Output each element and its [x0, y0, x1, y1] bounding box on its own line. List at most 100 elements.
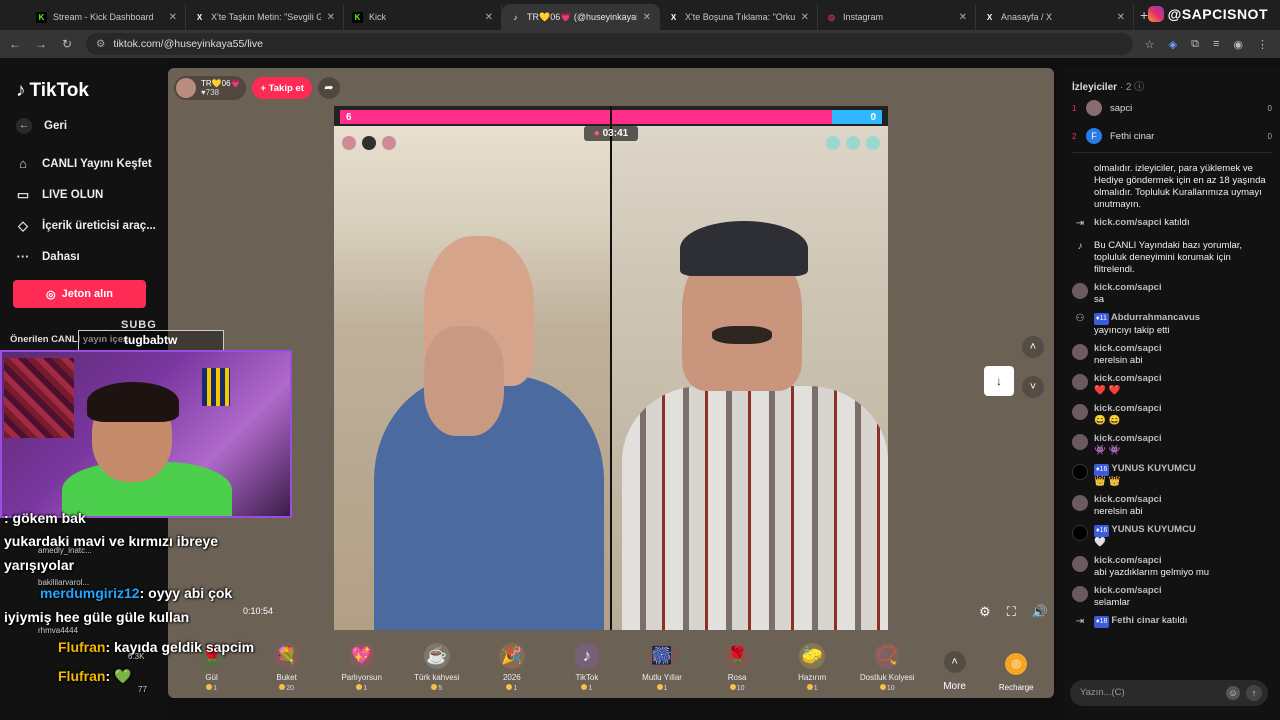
browser-tab[interactable]: K Stream - Kick Dashboard ✕ [28, 4, 186, 30]
follow-button[interactable]: + Takip et [252, 77, 312, 99]
tiktok-logo[interactable]: ♪ TikTok [16, 80, 89, 102]
gift-item[interactable]: 📿 Dostluk Kolyesi 10 [850, 643, 925, 692]
url-field[interactable]: ⚙ tiktok.com/@huseyinkaya55/live [86, 33, 1133, 55]
chat-username[interactable]: kick.com/sapci [1094, 217, 1162, 228]
chat-avatar[interactable] [1072, 495, 1088, 511]
supporter-avatar[interactable] [362, 136, 376, 150]
sidebar-item-go-live[interactable]: ▭ LIVE OLUN [16, 187, 104, 203]
gift-price: 5 [399, 684, 474, 692]
volume-icon[interactable]: 🔊 [1032, 604, 1048, 620]
download-icon[interactable]: ↓ [984, 366, 1014, 396]
browser-tab[interactable]: K Kick ✕ [344, 4, 502, 30]
chat-avatar[interactable] [1072, 283, 1088, 299]
gift-price: 1 [474, 684, 549, 692]
chat-username[interactable]: YUNUS KUYUMCU [1111, 524, 1195, 535]
chat-username[interactable]: kick.com/sapci [1094, 494, 1162, 505]
gift-price: 10 [700, 684, 775, 692]
chat-username[interactable]: kick.com/sapci [1094, 373, 1162, 384]
menu-kebab-icon[interactable]: ⋮ [1257, 38, 1268, 51]
gift-item[interactable]: 💖 Parlıyorsun 1 [324, 643, 399, 692]
chat-avatar[interactable] [1072, 525, 1088, 541]
extensions-puzzle-icon[interactable]: ⧉ [1191, 38, 1199, 51]
back-icon[interactable]: ← [4, 37, 26, 51]
supporter-avatar[interactable] [846, 136, 860, 150]
viewer-row[interactable]: 2 F Fethi cinar 0 [1072, 128, 1272, 144]
send-icon[interactable]: ↑ [1246, 685, 1262, 701]
chat-username[interactable]: kick.com/sapci [1094, 585, 1162, 596]
close-tab-icon[interactable]: ✕ [643, 12, 651, 23]
profile-icon[interactable]: ◉ [1233, 38, 1243, 51]
close-tab-icon[interactable]: ✕ [959, 12, 967, 23]
browser-tab[interactable]: X Anasayfa / X ✕ [976, 4, 1134, 30]
fullscreen-icon[interactable]: ⛶ [1007, 604, 1016, 620]
chat-avatar[interactable] [1072, 344, 1088, 360]
viewers-heading: İzleyiciler · 2 ⓘ [1072, 82, 1145, 93]
chat-avatar[interactable] [1072, 434, 1088, 450]
recharge-button[interactable]: ◎ Recharge [984, 653, 1048, 692]
gift-item[interactable]: 💐 Buket 20 [249, 643, 324, 692]
gift-item[interactable]: ☕ Türk kahvesi 5 [399, 643, 474, 692]
forward-icon[interactable]: → [30, 37, 52, 51]
chevron-down-icon[interactable]: ˅ [1022, 376, 1044, 398]
host-avatar[interactable] [176, 78, 196, 98]
chat-username[interactable]: Abdurrahmancavus [1111, 312, 1200, 323]
close-tab-icon[interactable]: ✕ [801, 12, 809, 23]
pk-battle-video[interactable]: 6 0 ● 03:41 [334, 106, 888, 630]
chat-username[interactable]: YUNUS KUYUMCU [1111, 463, 1195, 474]
close-tab-icon[interactable]: ✕ [1117, 12, 1125, 23]
chat-message: kick.com/sapci abi yazdıklarım gelmiyo mu [1064, 552, 1280, 582]
browser-tab[interactable]: X X'te Boşuna Tıklama: "Orkun Iş ✕ [660, 4, 818, 30]
reload-icon[interactable]: ↻ [56, 37, 78, 51]
info-icon[interactable]: ⓘ [1134, 82, 1144, 93]
supporter-avatar[interactable] [826, 136, 840, 150]
supporter-avatar[interactable] [382, 136, 396, 150]
share-icon[interactable]: ➦ [317, 77, 340, 99]
chat-username[interactable]: kick.com/sapci [1094, 282, 1162, 293]
chat-avatar[interactable] [1072, 404, 1088, 420]
host-info[interactable]: TR💛06💗 ♥738 [174, 76, 247, 100]
close-tab-icon[interactable]: ✕ [327, 12, 335, 23]
viewer-avatar[interactable] [1086, 100, 1102, 116]
coin-icon [581, 684, 588, 690]
chat-avatar[interactable] [1072, 556, 1088, 572]
chat-username[interactable]: kick.com/sapci [1094, 433, 1162, 444]
chat-input[interactable]: Yazın...(C) ☺ ↑ [1070, 680, 1268, 706]
viewer-row[interactable]: 1 sapci 0 [1072, 100, 1272, 116]
browser-tab[interactable]: ◎ Instagram ✕ [818, 4, 976, 30]
chat-username[interactable]: kick.com/sapci [1094, 403, 1162, 414]
chat-username[interactable]: kick.com/sapci [1094, 555, 1162, 566]
browser-tab[interactable]: ♪ TR💛06💗 (@huseyinkaya5 ✕ [502, 4, 660, 30]
gift-item[interactable]: 🌹 Rosa 10 [700, 643, 775, 692]
gift-item[interactable]: ♪ TikTok 1 [549, 643, 624, 692]
chat-avatar[interactable] [1072, 374, 1088, 390]
close-tab-icon[interactable]: ✕ [485, 12, 493, 23]
close-tab-icon[interactable]: ✕ [169, 12, 177, 23]
extension-icon[interactable]: ◈ [1169, 38, 1177, 51]
get-coins-button[interactable]: ◎ Jeton alın [13, 280, 146, 308]
supporter-avatar[interactable] [342, 136, 356, 150]
chevron-up-icon[interactable]: ˄ [1022, 336, 1044, 358]
gift-item[interactable]: 🎉 2026 1 [474, 643, 549, 692]
settings-icon[interactable]: ⚙ [979, 604, 991, 620]
gift-item[interactable]: 🎆 Mutlu Yıllar 1 [624, 643, 699, 692]
bookmark-star-icon[interactable]: ☆ [1145, 38, 1155, 51]
site-info-icon[interactable]: ⚙ [96, 38, 105, 50]
back-nav[interactable]: ← Geri [16, 118, 67, 134]
viewer-avatar[interactable]: F [1086, 128, 1102, 144]
chat-avatar[interactable] [1072, 464, 1088, 480]
gift-item[interactable]: 🧽 Hazırım 1 [775, 643, 850, 692]
supporter-avatar[interactable] [866, 136, 880, 150]
browser-tab[interactable]: X X'te Taşkın Metin: "Sevgili Galat ✕ [186, 4, 344, 30]
more-gifts-button[interactable]: ˄ More [925, 651, 985, 692]
media-control-icon[interactable]: ≡ [1213, 38, 1219, 51]
chat-username[interactable]: Fethi cinar [1111, 615, 1159, 626]
sidebar-item-creator-tools[interactable]: ◇ İçerik üreticisi araç... [16, 218, 156, 234]
sidebar-item-explore-live[interactable]: ⌂ CANLI Yayını Keşfet [16, 156, 152, 171]
emoji-icon[interactable]: ☺ [1226, 686, 1240, 700]
sidebar-item-more[interactable]: ··· Dahası [16, 249, 80, 264]
sidebar-item-label: CANLI Yayını Keşfet [42, 157, 152, 170]
chat-username[interactable]: kick.com/sapci [1094, 343, 1162, 354]
sidebar-item-label: Dahası [42, 250, 80, 263]
live-stage: TR💛06💗 ♥738 + Takip et ➦ 6 0 ● 03:41 ˄ ˅… [168, 68, 1054, 698]
chat-avatar[interactable] [1072, 586, 1088, 602]
